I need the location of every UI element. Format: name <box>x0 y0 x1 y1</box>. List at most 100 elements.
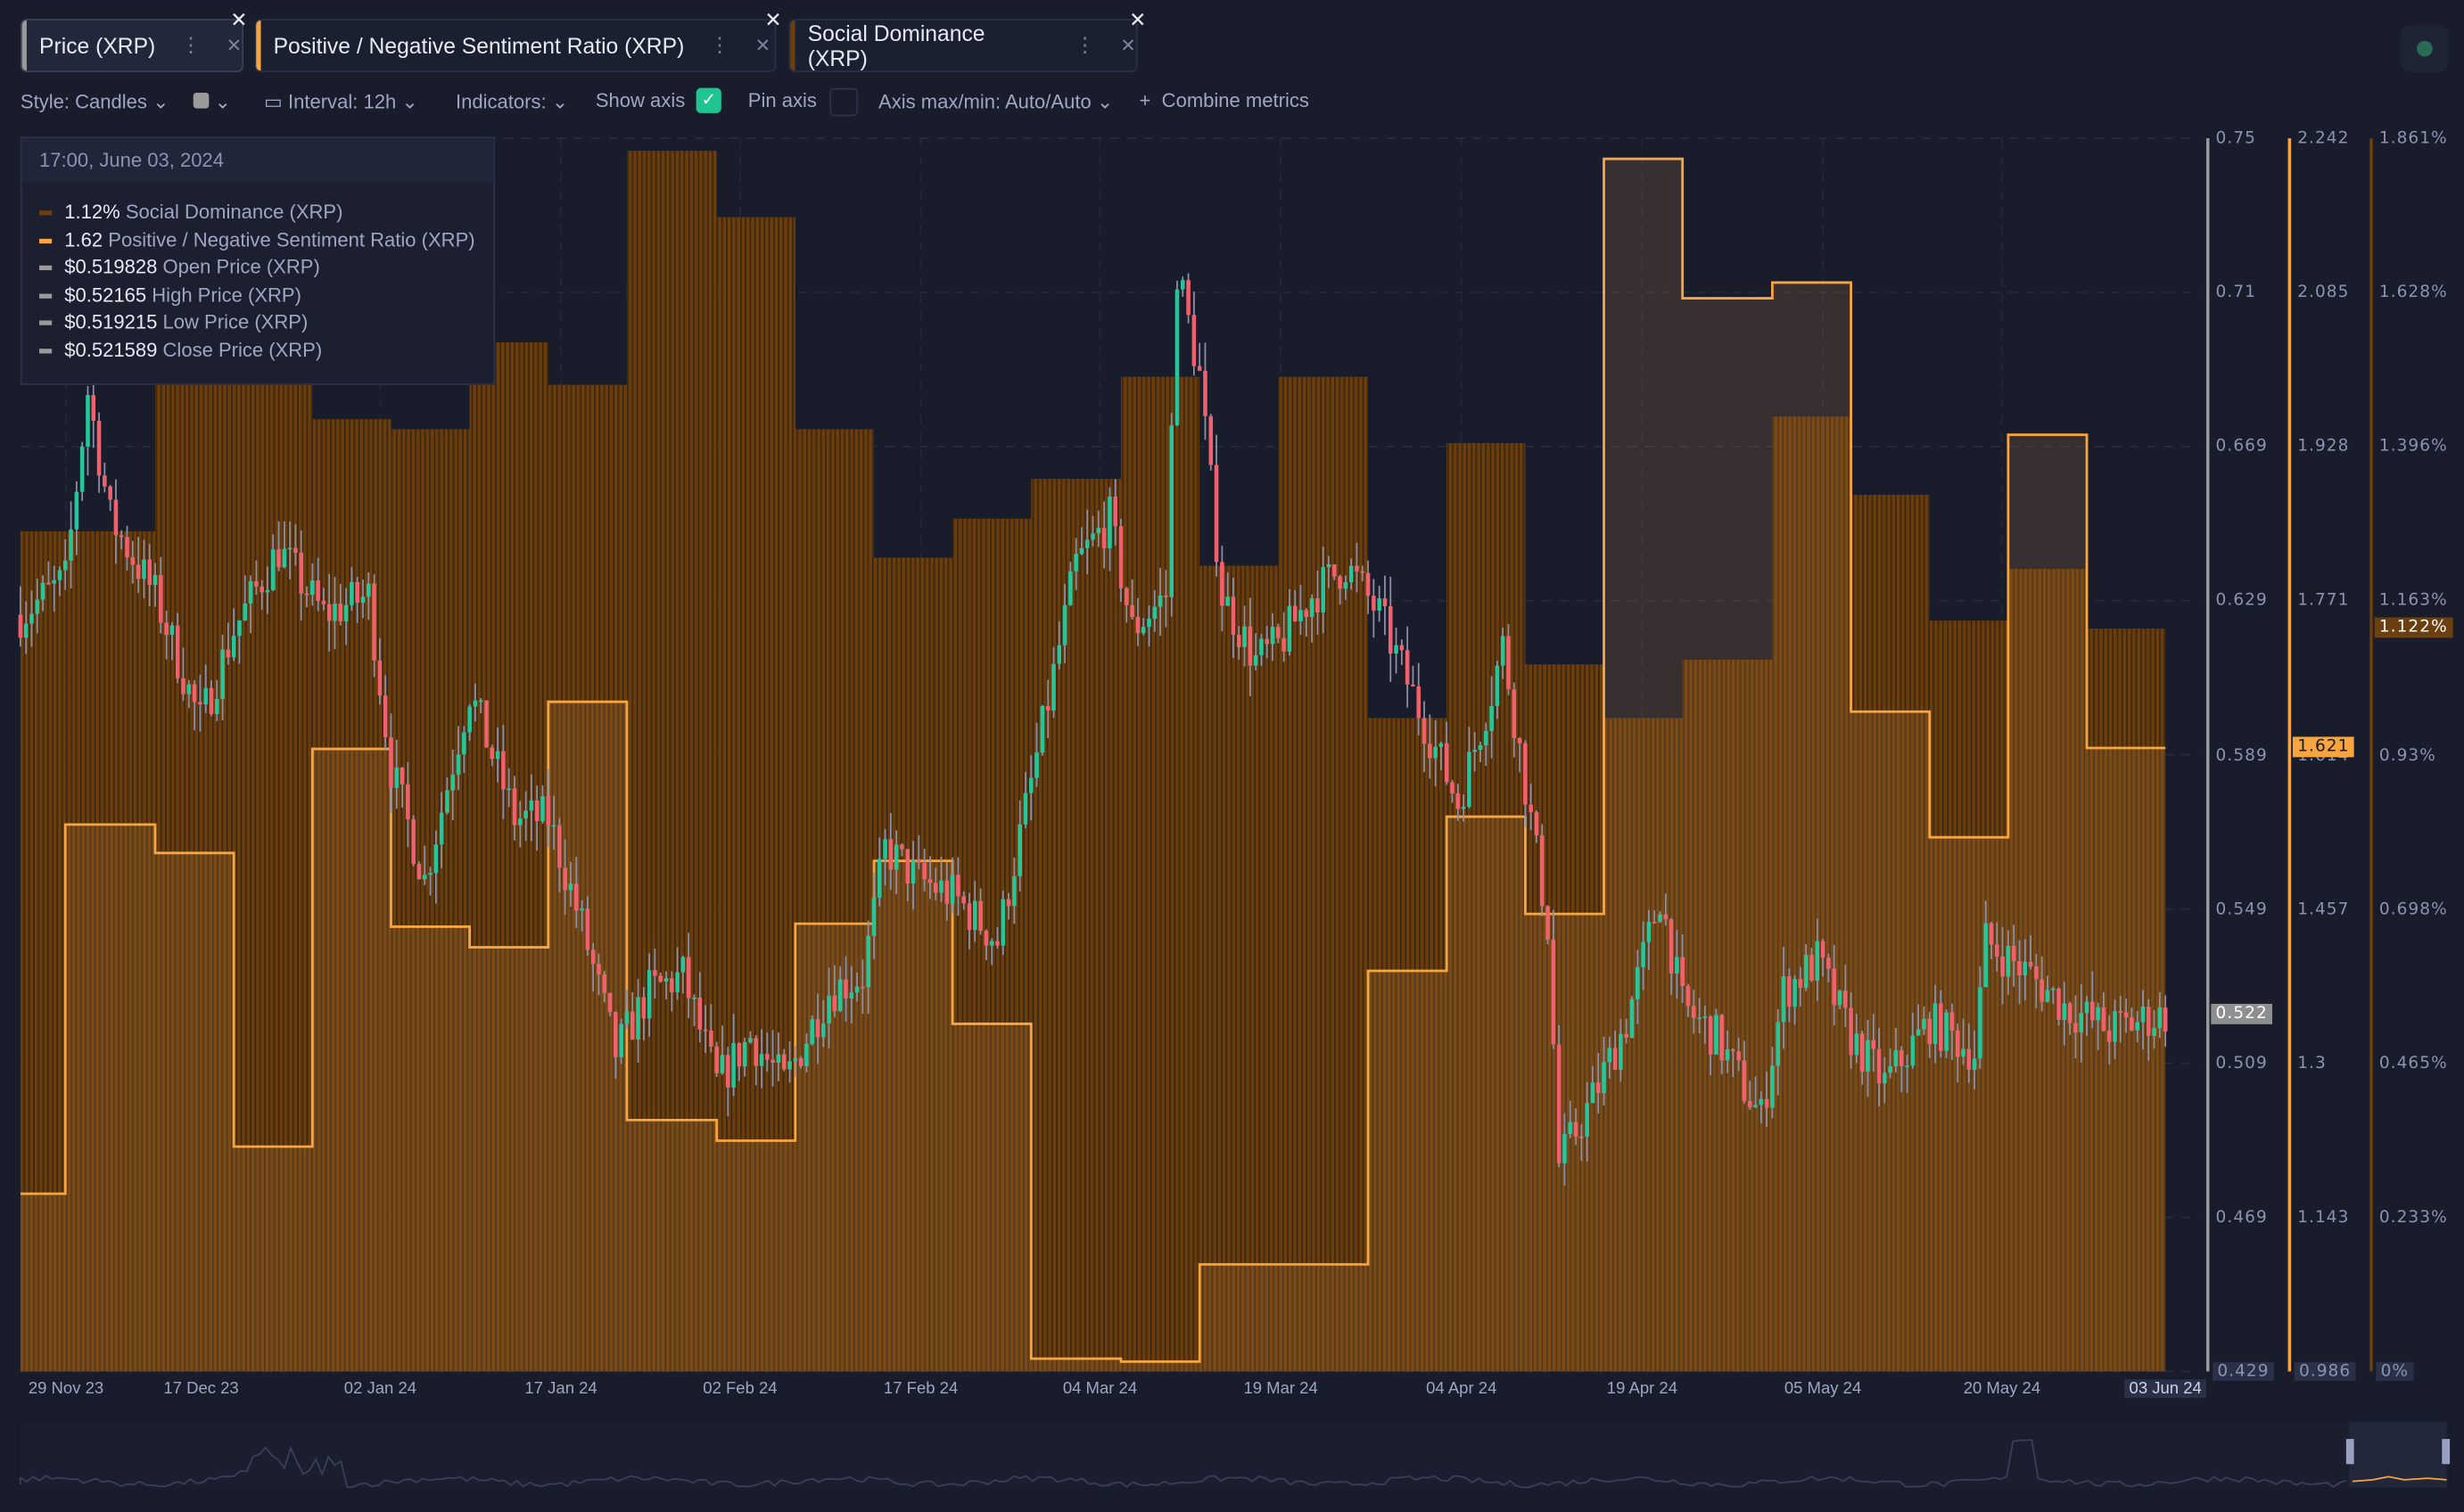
candle-down <box>1231 596 1236 636</box>
candle-down <box>181 678 185 694</box>
candle-down <box>1955 1031 1960 1057</box>
candle-down <box>1512 689 1517 739</box>
candle-up <box>837 979 843 1012</box>
candle-up <box>989 941 994 946</box>
candle-up <box>568 883 573 891</box>
candle-down <box>1545 906 1550 940</box>
candle-up <box>1057 645 1062 664</box>
legend-swatch-icon <box>39 348 53 353</box>
sentiment-axis-tick: 2.085 <box>2297 283 2350 302</box>
candle-up <box>787 1061 792 1070</box>
candle-down <box>1281 637 1286 652</box>
candle-up <box>287 547 293 550</box>
candle-down <box>119 535 124 538</box>
candle-down <box>900 844 904 850</box>
candle-down <box>1556 1044 1562 1163</box>
dominance-axis-tick: 1.628% <box>2378 283 2448 302</box>
candle-up <box>1495 665 1500 706</box>
tooltip-row: 1.62 Positive / Negative Sentiment Ratio… <box>39 228 475 251</box>
candle-down <box>1680 957 1685 986</box>
candle-up <box>1147 618 1151 628</box>
sentiment-area <box>1199 1264 1279 1372</box>
candle-up <box>1023 793 1028 825</box>
candle-up <box>1932 1003 1938 1044</box>
candle-down <box>1450 782 1455 794</box>
candle-down <box>1372 596 1376 611</box>
candle-down <box>1523 743 1528 805</box>
x-axis-tick: 02 Jan 24 <box>343 1379 417 1399</box>
candle-up <box>2113 1011 2117 1042</box>
candle-down <box>1428 744 1432 759</box>
candle-up <box>220 649 225 700</box>
price-axis-tick: 0.75 <box>2215 128 2256 148</box>
candle-down <box>1113 497 1118 527</box>
candle-down <box>546 796 551 826</box>
candle-up <box>394 768 400 788</box>
candle-down <box>411 819 416 865</box>
social-dominance-bar <box>1199 565 1279 1372</box>
candle-up <box>79 446 85 492</box>
price-current-value-badge: 0.522 <box>2211 1003 2273 1024</box>
candle-down <box>1331 563 1337 577</box>
candle-down <box>103 475 107 487</box>
candle-down <box>1135 617 1141 634</box>
candle-down <box>641 997 647 1019</box>
candle-down <box>1191 315 1197 366</box>
candle-down <box>1006 899 1011 907</box>
candle-up <box>692 997 696 999</box>
candle-down <box>254 581 259 588</box>
candle-up <box>1270 627 1275 645</box>
candle-up <box>1702 1016 1708 1018</box>
candle-down <box>1338 576 1342 589</box>
candle-down <box>113 499 119 536</box>
candle-down <box>304 593 309 596</box>
sentiment-axis-tick: 1.457 <box>2297 900 2350 919</box>
dominance-axis-tick: 1.861% <box>2378 128 2448 148</box>
candle-down <box>614 1012 618 1057</box>
dominance-axis-tick: 0.698% <box>2378 900 2448 919</box>
candle-down <box>1787 976 1792 1007</box>
candle-up <box>1096 528 1101 534</box>
sentiment-area <box>1278 1264 1369 1372</box>
candle-down <box>944 880 950 904</box>
candle-up <box>1489 705 1494 731</box>
candle-up <box>1478 745 1483 751</box>
candle-up <box>720 1055 725 1073</box>
tooltip-value: 1.62 <box>64 228 103 251</box>
candle-down <box>1551 939 1556 1045</box>
x-axis-tick: 17 Feb 24 <box>883 1379 959 1399</box>
candle-up <box>1602 1062 1606 1094</box>
candle-down <box>2090 1001 2095 1021</box>
candle-up <box>1636 966 1640 999</box>
dominance-axis-line <box>2369 138 2373 1372</box>
candle-up <box>2096 1007 2100 1021</box>
candle-down <box>961 896 967 904</box>
candle-up <box>950 875 955 904</box>
tooltip-value: $0.521589 <box>64 338 158 361</box>
candle-up <box>540 796 545 821</box>
candle-up <box>973 900 977 931</box>
candle-down <box>697 997 703 1030</box>
candle-down <box>597 964 601 974</box>
candle-up <box>310 580 315 596</box>
candle-down <box>1534 812 1539 836</box>
candle-down <box>1826 957 1831 969</box>
candle-up <box>877 859 882 898</box>
candle-down <box>1764 1098 1769 1108</box>
candle-up <box>52 579 56 584</box>
candle-up <box>1500 636 1505 666</box>
x-axis-tick: 29 Nov 23 <box>28 1379 104 1399</box>
candle-down <box>326 604 332 621</box>
tooltip-label: High Price (XRP) <box>152 284 301 306</box>
candle-up <box>1001 899 1006 946</box>
candle-down <box>2040 979 2044 1002</box>
candle-up <box>529 800 534 811</box>
candle-down <box>933 883 938 893</box>
tooltip-label: Social Dominance (XRP) <box>125 201 343 224</box>
candle-up <box>1068 571 1073 605</box>
candle-down <box>737 1043 742 1067</box>
candle-down <box>1365 572 1371 596</box>
sentiment-area <box>952 1023 1032 1372</box>
social-dominance-bar <box>1121 376 1200 1372</box>
candle-down <box>815 1019 820 1038</box>
